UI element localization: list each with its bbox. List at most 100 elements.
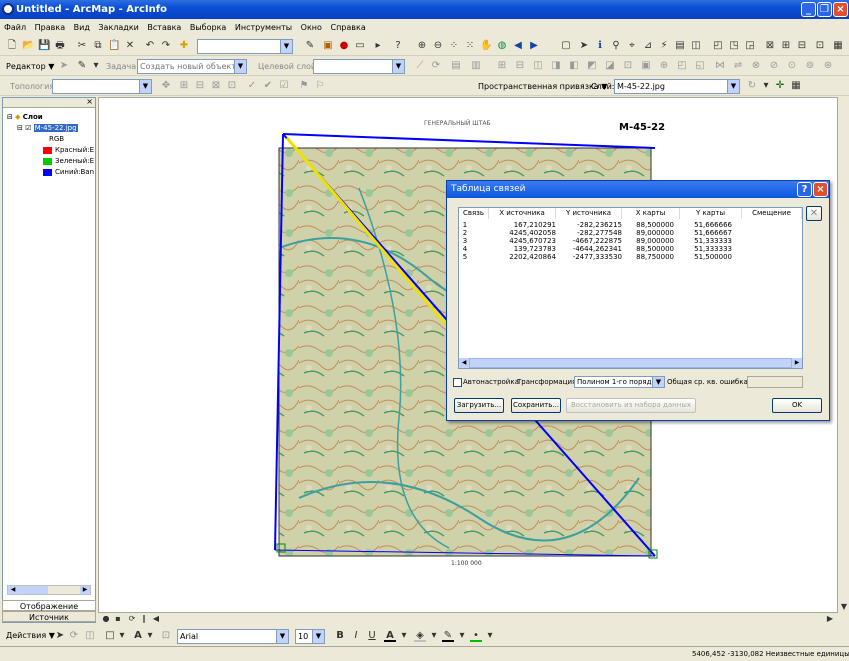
column-header[interactable]: X источника xyxy=(489,208,556,219)
refresh-icon[interactable]: ⟳ xyxy=(126,613,138,625)
edit-tool-icon[interactable]: ⊟ xyxy=(514,60,526,72)
auto-adjust-checkbox[interactable] xyxy=(453,378,462,387)
print-icon[interactable]: 🖶 xyxy=(54,40,66,52)
tab-display[interactable]: Отображение xyxy=(2,600,96,611)
attributes-icon[interactable]: ▤ xyxy=(450,60,462,72)
underline-button[interactable]: U xyxy=(366,630,378,642)
toc-root[interactable]: ⊟ ◆ Слои xyxy=(7,112,43,122)
undo-icon[interactable]: ↶ xyxy=(144,40,156,52)
column-header[interactable]: Y карты xyxy=(680,208,742,219)
menu-help[interactable]: Справка xyxy=(330,23,365,32)
font-color-dropdown-icon[interactable]: ▾ xyxy=(398,630,410,642)
fixed-zoom-in-icon[interactable]: ⁘ xyxy=(448,40,460,52)
forward-extent-icon[interactable]: ▶ xyxy=(528,40,540,52)
text-icon[interactable]: A xyxy=(132,630,144,642)
whats-this-icon[interactable]: ? xyxy=(392,40,404,52)
editor-menu[interactable]: Редактор ▼ xyxy=(6,59,54,74)
edit-tool-icon[interactable]: ➤ xyxy=(58,60,70,72)
edit-tool-icon[interactable]: ◧ xyxy=(568,60,580,72)
rectangle-icon[interactable]: □ xyxy=(104,630,116,642)
table-row[interactable]: 1 167,210291 -282,236215 88,500000 51,66… xyxy=(459,221,802,229)
edit-tool-icon[interactable]: ⊘ xyxy=(768,60,780,72)
table-row[interactable]: 5 2202,420864 -2477,333530 88,750000 51,… xyxy=(459,253,802,261)
layout-tool-icon[interactable]: ⊟ xyxy=(796,40,808,52)
column-header[interactable]: Смещение xyxy=(742,208,802,219)
edit-tool-icon[interactable]: ⊗ xyxy=(750,60,762,72)
rotate-dropdown-icon[interactable]: ▾ xyxy=(760,80,772,92)
catalog-icon[interactable]: ▭ xyxy=(354,40,366,52)
edit-tool-icon[interactable]: ⋈ xyxy=(714,60,726,72)
toc-horizontal-scrollbar[interactable]: ◀ ▶ xyxy=(7,585,91,595)
split-tool-icon[interactable]: ⟋ xyxy=(414,60,426,72)
view-link-table-icon[interactable]: ▦ xyxy=(790,80,802,92)
topology-tool-icon[interactable]: ✥ xyxy=(160,80,172,92)
task-combo[interactable]: Создать новый объект ▼ xyxy=(137,59,247,74)
toolbox-icon[interactable]: ● xyxy=(338,40,350,52)
ok-button[interactable]: OK xyxy=(772,398,822,413)
toc-layer[interactable]: ⊟ ☑ M-45-22.jpg xyxy=(17,123,78,133)
marker-color-dropdown-icon[interactable]: ▾ xyxy=(484,630,496,642)
save-button[interactable]: Сохранить... xyxy=(511,398,561,413)
edit-tool-icon[interactable]: ◰ xyxy=(676,60,688,72)
rotate-icon[interactable]: ↻ xyxy=(746,80,758,92)
fill-color-icon[interactable]: ◈ xyxy=(414,630,426,642)
add-control-points-icon[interactable]: ✛ xyxy=(774,80,786,92)
edit-vertices-icon[interactable]: ⊡ xyxy=(160,630,172,642)
edit-tool-icon[interactable]: ◫ xyxy=(532,60,544,72)
command-line-icon[interactable]: ▸ xyxy=(372,40,384,52)
minimize-button[interactable]: _ xyxy=(801,2,816,17)
menu-bookmarks[interactable]: Закладки xyxy=(98,23,138,32)
edit-tool-icon[interactable]: ⊞ xyxy=(496,60,508,72)
pause-icon[interactable]: ∥ xyxy=(138,613,150,625)
rotate-icon[interactable]: ⟳ xyxy=(68,630,80,642)
layout-tool-icon[interactable]: ⊠ xyxy=(764,40,776,52)
layout-tool-icon[interactable]: ◳ xyxy=(728,40,740,52)
tab-source[interactable]: Источник xyxy=(2,611,96,622)
scroll-right-icon[interactable]: ▶ xyxy=(824,613,836,625)
html-popup-icon[interactable]: ▤ xyxy=(674,40,686,52)
topology-tool-icon[interactable]: ⚑ xyxy=(298,80,310,92)
map-tips-icon[interactable]: ◫ xyxy=(690,40,702,52)
toc-close-icon[interactable]: × xyxy=(86,97,93,106)
go-to-xy-icon[interactable]: ⌖ xyxy=(626,40,638,52)
edit-tool-icon[interactable]: ⊕ xyxy=(658,60,670,72)
menu-file[interactable]: Файл xyxy=(4,23,26,32)
font-combo[interactable]: Arial ▼ xyxy=(177,629,289,644)
sketch-dropdown-icon[interactable]: ▾ xyxy=(90,60,102,72)
redo-icon[interactable]: ↷ xyxy=(160,40,172,52)
topology-tool-icon[interactable]: ⊡ xyxy=(226,80,238,92)
edit-tool-icon[interactable]: ⊙ xyxy=(786,60,798,72)
save-icon[interactable]: 💾 xyxy=(38,40,50,52)
column-header[interactable]: X карты xyxy=(622,208,680,219)
layout-tool-icon[interactable]: ◲ xyxy=(744,40,756,52)
editor-toolbar-icon[interactable]: ✎ xyxy=(304,40,316,52)
bold-button[interactable]: B xyxy=(334,630,346,642)
topology-tool-icon[interactable]: ⊞ xyxy=(178,80,190,92)
layer-combo[interactable]: M-45-22.jpg ▼ xyxy=(614,79,740,94)
edit-tool-icon[interactable]: ◪ xyxy=(604,60,616,72)
edit-tool-icon[interactable]: ◨ xyxy=(550,60,562,72)
load-button[interactable]: Загрузить... xyxy=(454,398,504,413)
map-vertical-scrollbar[interactable]: ▼ xyxy=(838,97,849,613)
text-dropdown-icon[interactable]: ▾ xyxy=(144,630,156,642)
pan-icon[interactable]: ✋ xyxy=(480,40,492,52)
layout-tool-icon[interactable]: ◰ xyxy=(712,40,724,52)
line-color-icon[interactable]: ✎ xyxy=(442,630,454,642)
table-row[interactable]: 2 4245,402058 -282,277548 89,000000 51,6… xyxy=(459,229,802,237)
marker-color-icon[interactable]: • xyxy=(470,630,482,642)
data-view-icon[interactable]: ● xyxy=(100,613,112,625)
help-button[interactable]: ? xyxy=(797,182,812,197)
arctoolbox-icon[interactable]: ▣ xyxy=(322,40,334,52)
new-icon[interactable]: 🗋 xyxy=(6,40,18,52)
edit-tool-icon[interactable]: ⇌ xyxy=(732,60,744,72)
topology-tool-icon[interactable]: ✔ xyxy=(262,80,274,92)
layout-view-icon[interactable]: ▪ xyxy=(112,613,124,625)
select-elements-icon[interactable]: ▢ xyxy=(560,40,572,52)
zoom-whole-page-icon[interactable]: ◫ xyxy=(84,630,96,642)
menu-insert[interactable]: Вставка xyxy=(147,23,181,32)
edit-tool-icon[interactable]: ⊡ xyxy=(622,60,634,72)
hyperlink-icon[interactable]: ⚡ xyxy=(658,40,670,52)
back-extent-icon[interactable]: ◀ xyxy=(512,40,524,52)
pointer-icon[interactable]: ➤ xyxy=(578,40,590,52)
edit-tool-icon[interactable]: ⊚ xyxy=(804,60,816,72)
